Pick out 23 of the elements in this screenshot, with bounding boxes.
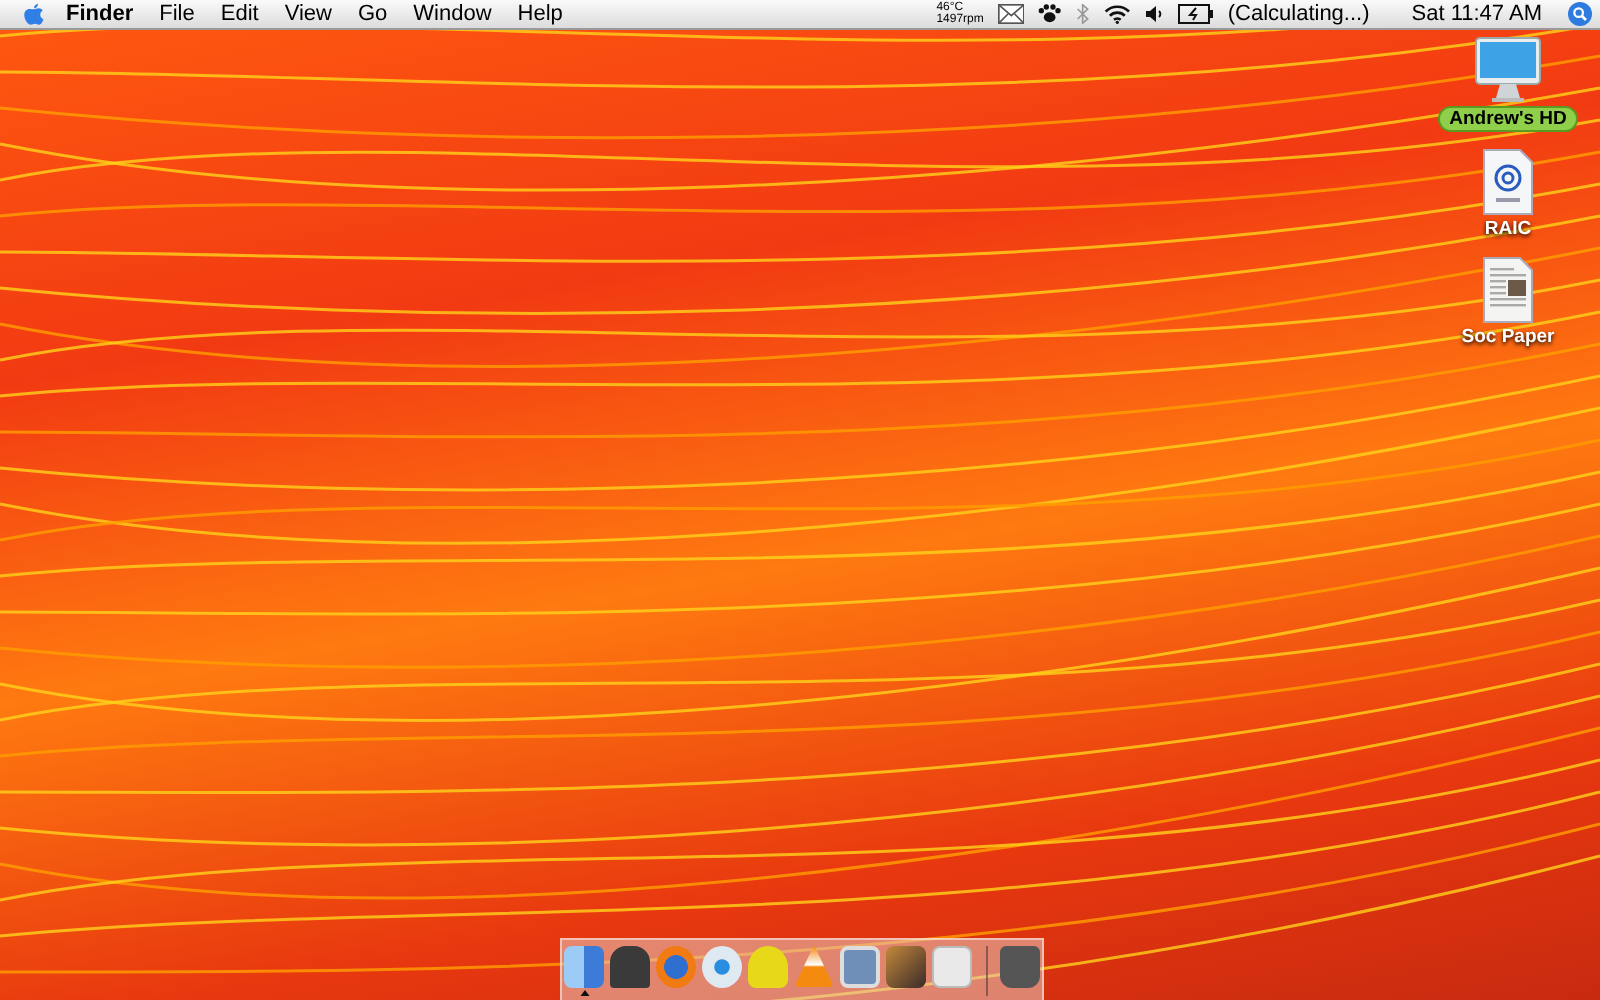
menu-item[interactable]: Help bbox=[517, 2, 563, 26]
app-menu[interactable]: Finder bbox=[66, 2, 134, 26]
traffic-cone-icon[interactable] bbox=[794, 945, 834, 987]
envelope-icon[interactable] bbox=[997, 4, 1025, 24]
paw-print-icon[interactable] bbox=[1038, 4, 1062, 24]
speaker-icon[interactable] bbox=[1143, 4, 1164, 24]
apple-menu-icon[interactable] bbox=[22, 1, 46, 27]
bluetooth-icon[interactable] bbox=[1075, 4, 1090, 24]
desktop-icon-label[interactable]: Andrew's HD bbox=[1437, 106, 1579, 132]
monitor-icon[interactable] bbox=[1472, 36, 1544, 104]
menu-item[interactable]: File bbox=[159, 2, 195, 26]
wifi-icon[interactable] bbox=[1103, 4, 1130, 24]
search-icon[interactable] bbox=[1568, 2, 1592, 26]
menu-item[interactable]: View bbox=[284, 2, 332, 26]
document-icon[interactable] bbox=[1480, 256, 1536, 324]
music-disc-icon[interactable] bbox=[702, 945, 742, 987]
tablet-app-icon[interactable] bbox=[840, 945, 880, 987]
menu-item[interactable]: Go bbox=[357, 2, 388, 26]
menu-item[interactable]: Window bbox=[413, 2, 492, 26]
battery-status[interactable]: (Calculating...) bbox=[1227, 2, 1370, 26]
battery-icon[interactable] bbox=[1177, 4, 1214, 24]
menu-clock[interactable]: Sat 11:47 AM bbox=[1411, 2, 1542, 26]
menu-item[interactable]: Edit bbox=[220, 2, 259, 26]
